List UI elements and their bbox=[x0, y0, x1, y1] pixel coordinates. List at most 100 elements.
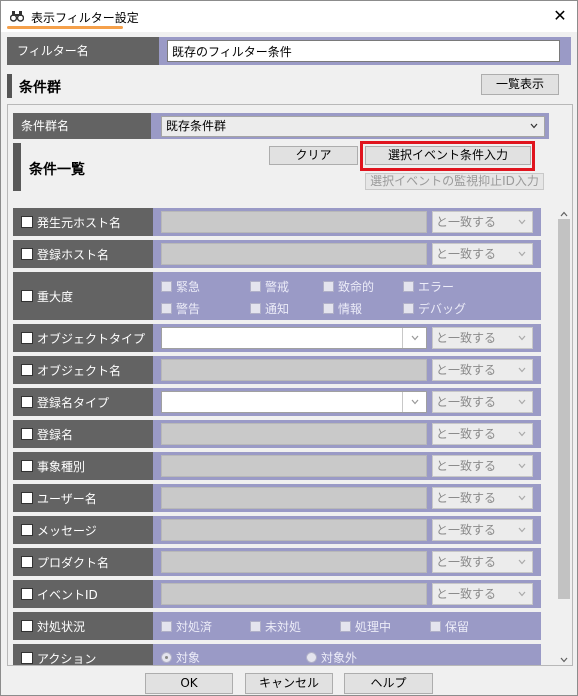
condition-row-event-id: イベントID と一致する bbox=[13, 580, 541, 608]
filter-name-label: フィルター名 bbox=[7, 37, 159, 65]
condition-label-text: 発生元ホスト名 bbox=[37, 216, 122, 230]
dropdown-button[interactable] bbox=[402, 328, 426, 348]
condition-row-action: アクション 対象 対象外 bbox=[13, 644, 541, 666]
checkbox[interactable] bbox=[21, 248, 33, 260]
text-field bbox=[161, 519, 427, 541]
match-select-value: と一致する bbox=[436, 459, 497, 473]
option-label: 警戒 bbox=[265, 280, 290, 294]
filter-settings-dialog: 表示フィルター設定 ✕ フィルター名 条件群 一覧表示 条件群名 既存条件群 条… bbox=[0, 0, 578, 696]
scroll-down-icon[interactable] bbox=[560, 656, 568, 664]
condition-label: 登録名 bbox=[13, 420, 153, 448]
condition-label: イベントID bbox=[13, 580, 153, 608]
option-label: 緊急 bbox=[176, 280, 201, 294]
text-field bbox=[161, 551, 427, 573]
option-label: デバッグ bbox=[418, 302, 467, 316]
checkbox[interactable] bbox=[21, 492, 33, 504]
match-select-value: と一致する bbox=[436, 363, 497, 377]
scroll-thumb[interactable] bbox=[558, 219, 570, 599]
checkbox[interactable] bbox=[21, 428, 33, 440]
condition-label: 対処状況 bbox=[13, 612, 153, 640]
action-non-target-radio: 対象外 bbox=[306, 649, 357, 665]
condition-group-panel: 条件群名 既存条件群 条件一覧 クリア 選択イベント条件入力 選択イベントの監視… bbox=[7, 104, 573, 666]
option-label: 対象 bbox=[176, 651, 201, 665]
text-field bbox=[161, 359, 427, 381]
option-label: 処理中 bbox=[355, 620, 392, 634]
condition-label: 重大度 bbox=[13, 272, 153, 320]
condition-label-text: 対処状況 bbox=[37, 620, 86, 634]
checkbox bbox=[340, 621, 351, 632]
condition-row-product-name: プロダクト名 と一致する bbox=[13, 548, 541, 576]
checkbox[interactable] bbox=[21, 396, 33, 408]
close-button[interactable]: ✕ bbox=[549, 6, 571, 26]
condition-row-user-name: ユーザー名 と一致する bbox=[13, 484, 541, 512]
clear-button[interactable]: クリア bbox=[269, 146, 358, 165]
registered-name-type-combobox[interactable] bbox=[161, 391, 427, 413]
filter-name-input[interactable] bbox=[167, 40, 560, 62]
checkbox[interactable] bbox=[21, 588, 33, 600]
checkbox[interactable] bbox=[21, 364, 33, 376]
condition-label-text: アクション bbox=[37, 652, 97, 666]
match-select-value: と一致する bbox=[436, 331, 497, 345]
chevron-down-icon bbox=[518, 399, 526, 405]
condition-row-registered-name-type: 登録名タイプ と一致する bbox=[13, 388, 541, 416]
checkbox bbox=[250, 621, 261, 632]
condition-label: 登録名タイプ bbox=[13, 388, 153, 416]
condition-row-registered-host: 登録ホスト名 と一致する bbox=[13, 240, 541, 268]
object-type-combobox[interactable] bbox=[161, 327, 427, 349]
binoculars-icon bbox=[10, 11, 24, 22]
option-label: 警告 bbox=[176, 302, 201, 316]
checkbox[interactable] bbox=[21, 620, 33, 632]
chevron-down-icon bbox=[518, 367, 526, 373]
severity-notice-option: 通知 bbox=[250, 300, 289, 317]
condition-group-select[interactable]: 既存条件群 bbox=[161, 116, 545, 137]
vertical-scrollbar[interactable] bbox=[556, 208, 572, 665]
checkbox[interactable] bbox=[21, 524, 33, 536]
match-select-value: と一致する bbox=[436, 395, 497, 409]
condition-label-text: 登録ホスト名 bbox=[37, 248, 110, 262]
checkbox bbox=[323, 303, 334, 314]
status-processed-option: 対処済 bbox=[161, 618, 212, 635]
checkbox[interactable] bbox=[21, 556, 33, 568]
condition-label-text: メッセージ bbox=[37, 524, 97, 538]
condition-row-source-host: 発生元ホスト名 と一致する bbox=[13, 208, 541, 236]
checkbox[interactable] bbox=[21, 652, 33, 664]
condition-row-object-type: オブジェクトタイプ と一致する bbox=[13, 324, 541, 352]
help-button[interactable]: ヘルプ bbox=[344, 673, 433, 694]
condition-group-heading: 条件群 bbox=[19, 80, 61, 96]
status-unprocessed-option: 未対処 bbox=[250, 618, 301, 635]
match-select-value: と一致する bbox=[436, 491, 497, 505]
condition-label-text: 事象種別 bbox=[37, 460, 86, 474]
checkbox[interactable] bbox=[21, 216, 33, 228]
scroll-up-icon[interactable] bbox=[560, 210, 568, 218]
section-bar bbox=[7, 74, 12, 98]
condition-label-text: 登録名タイプ bbox=[37, 396, 110, 410]
checkbox bbox=[250, 303, 261, 314]
chevron-down-icon bbox=[411, 335, 419, 341]
match-select-value: と一致する bbox=[436, 427, 497, 441]
condition-list-heading: 条件一覧 bbox=[29, 162, 85, 178]
ok-button[interactable]: OK bbox=[145, 673, 233, 694]
condition-row-severity: 重大度 緊急 警戒 致命的 エラー 警告 通知 情報 デバッグ bbox=[13, 272, 541, 320]
chevron-down-icon bbox=[411, 399, 419, 405]
list-view-button[interactable]: 一覧表示 bbox=[481, 74, 559, 95]
section-bar bbox=[13, 143, 21, 191]
checkbox[interactable] bbox=[21, 290, 33, 302]
condition-label: メッセージ bbox=[13, 516, 153, 544]
condition-label-text: 登録名 bbox=[37, 428, 74, 442]
condition-group-name-row: 条件群名 既存条件群 bbox=[13, 113, 549, 139]
condition-label: 登録ホスト名 bbox=[13, 240, 153, 268]
checkbox[interactable] bbox=[21, 460, 33, 472]
checkbox bbox=[161, 281, 172, 292]
chevron-down-icon bbox=[518, 559, 526, 565]
condition-row-registered-name: 登録名 と一致する bbox=[13, 420, 541, 448]
checkbox bbox=[323, 281, 334, 292]
cancel-button[interactable]: キャンセル bbox=[245, 673, 333, 694]
suppress-id-button[interactable]: 選択イベントの監視抑止ID入力 bbox=[365, 173, 544, 190]
checkbox[interactable] bbox=[21, 332, 33, 344]
severity-debug-option: デバッグ bbox=[403, 300, 466, 317]
condition-row-message: メッセージ と一致する bbox=[13, 516, 541, 544]
highlight-box bbox=[360, 141, 535, 171]
match-select-value: と一致する bbox=[436, 247, 497, 261]
condition-label-text: 重大度 bbox=[37, 290, 74, 304]
dropdown-button[interactable] bbox=[402, 392, 426, 412]
